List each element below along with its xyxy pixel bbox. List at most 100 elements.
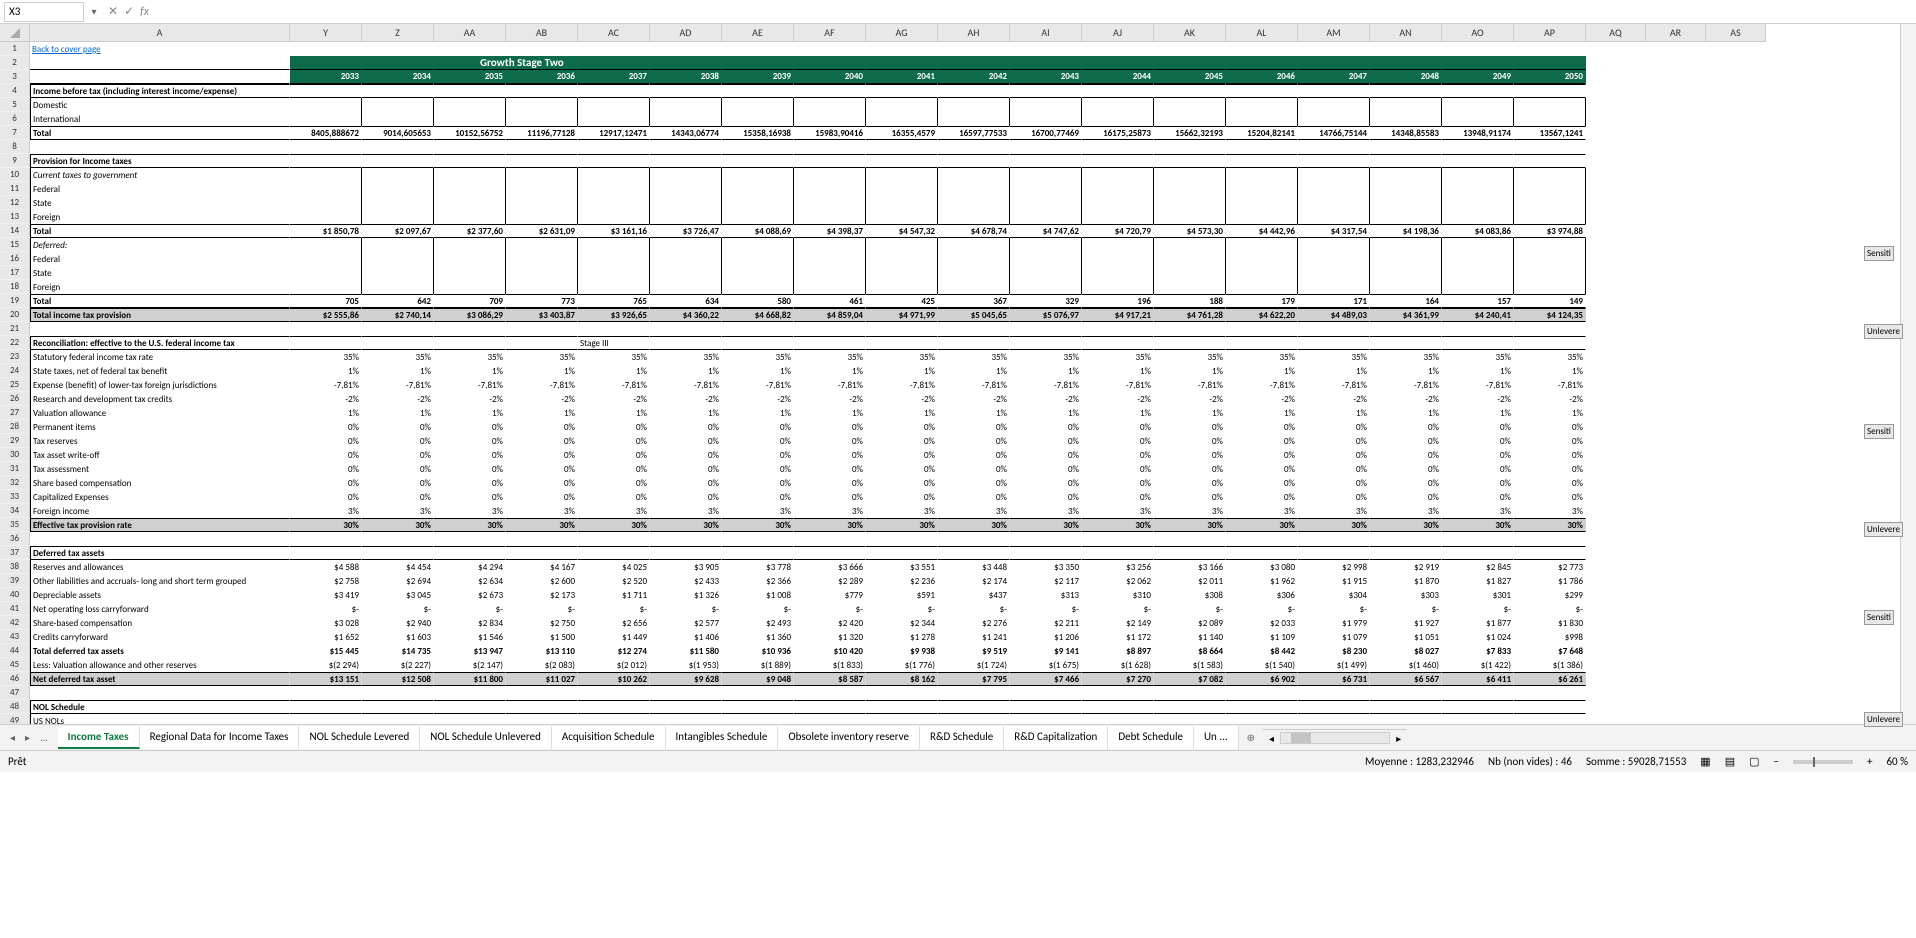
- cell[interactable]: [938, 154, 1010, 168]
- cell[interactable]: [1706, 336, 1766, 350]
- cell[interactable]: [722, 532, 794, 546]
- cell[interactable]: [1646, 98, 1706, 112]
- row-header[interactable]: 4: [0, 84, 30, 98]
- cell[interactable]: [1586, 238, 1646, 252]
- cell[interactable]: [1646, 658, 1706, 672]
- cell[interactable]: [1298, 714, 1370, 724]
- cell[interactable]: [1706, 630, 1766, 644]
- cell[interactable]: [1514, 154, 1586, 168]
- cell[interactable]: [578, 196, 650, 210]
- cell[interactable]: [1226, 56, 1298, 70]
- cell[interactable]: [1226, 700, 1298, 714]
- cell[interactable]: [1514, 336, 1586, 350]
- cell[interactable]: [506, 336, 578, 350]
- row-header[interactable]: 24: [0, 364, 30, 378]
- cell[interactable]: [1226, 336, 1298, 350]
- cell[interactable]: [1082, 266, 1154, 280]
- cell[interactable]: [794, 98, 866, 112]
- cell[interactable]: [938, 336, 1010, 350]
- col-header[interactable]: AQ: [1586, 24, 1646, 42]
- row-header[interactable]: 6: [0, 112, 30, 126]
- cell[interactable]: [1646, 462, 1706, 476]
- cell[interactable]: [1154, 714, 1226, 724]
- cell[interactable]: [1370, 532, 1442, 546]
- cell[interactable]: [938, 322, 1010, 336]
- cell[interactable]: [1514, 266, 1586, 280]
- cell[interactable]: [722, 336, 794, 350]
- cell[interactable]: [290, 532, 362, 546]
- cell[interactable]: [1010, 546, 1082, 560]
- cell[interactable]: [578, 42, 650, 56]
- cell[interactable]: [434, 210, 506, 224]
- cell[interactable]: [578, 686, 650, 700]
- cell[interactable]: [1706, 126, 1766, 140]
- cell[interactable]: [1586, 154, 1646, 168]
- cell[interactable]: [1646, 252, 1706, 266]
- cell[interactable]: [866, 182, 938, 196]
- cell[interactable]: [1010, 168, 1082, 182]
- cell[interactable]: [1706, 714, 1766, 724]
- cell[interactable]: [722, 322, 794, 336]
- cell[interactable]: [1706, 308, 1766, 322]
- col-header[interactable]: AJ: [1082, 24, 1154, 42]
- cell[interactable]: [1514, 546, 1586, 560]
- cell[interactable]: [1154, 546, 1226, 560]
- cell[interactable]: [794, 168, 866, 182]
- cell[interactable]: [938, 112, 1010, 126]
- cell[interactable]: [866, 56, 938, 70]
- cell[interactable]: [1442, 84, 1514, 98]
- cell[interactable]: [866, 210, 938, 224]
- row-header[interactable]: 22: [0, 336, 30, 350]
- cell[interactable]: [1586, 364, 1646, 378]
- cell[interactable]: [1082, 546, 1154, 560]
- cell[interactable]: [434, 322, 506, 336]
- cell[interactable]: [1442, 168, 1514, 182]
- cell[interactable]: [362, 336, 434, 350]
- cell[interactable]: [1154, 56, 1226, 70]
- cell[interactable]: [1082, 210, 1154, 224]
- cell[interactable]: [434, 532, 506, 546]
- col-header[interactable]: AH: [938, 24, 1010, 42]
- cell[interactable]: [938, 210, 1010, 224]
- sheet-tab[interactable]: Intangibles Schedule: [666, 726, 779, 749]
- cell[interactable]: [650, 140, 722, 154]
- cell[interactable]: [1226, 84, 1298, 98]
- row-header[interactable]: 19: [0, 294, 30, 308]
- zoom-in-icon[interactable]: +: [1867, 755, 1872, 768]
- cell[interactable]: [1010, 56, 1082, 70]
- cell[interactable]: [1646, 574, 1706, 588]
- cell[interactable]: [1442, 42, 1514, 56]
- cell[interactable]: [1706, 518, 1766, 532]
- cell[interactable]: [650, 252, 722, 266]
- cell[interactable]: [650, 700, 722, 714]
- cell[interactable]: [794, 686, 866, 700]
- cell[interactable]: [1082, 196, 1154, 210]
- cell[interactable]: [1298, 112, 1370, 126]
- cell[interactable]: [1010, 98, 1082, 112]
- cell[interactable]: [1154, 532, 1226, 546]
- cell[interactable]: [434, 84, 506, 98]
- cell[interactable]: [506, 42, 578, 56]
- cell[interactable]: [1586, 462, 1646, 476]
- cell[interactable]: [1082, 336, 1154, 350]
- cell[interactable]: [434, 238, 506, 252]
- cell[interactable]: [722, 700, 794, 714]
- cell[interactable]: [794, 532, 866, 546]
- cell[interactable]: [1226, 546, 1298, 560]
- cell[interactable]: [1586, 392, 1646, 406]
- cell[interactable]: [1298, 238, 1370, 252]
- cell[interactable]: [362, 280, 434, 294]
- cell[interactable]: [866, 112, 938, 126]
- cell[interactable]: [1646, 560, 1706, 574]
- cell[interactable]: [1706, 686, 1766, 700]
- col-header[interactable]: AR: [1646, 24, 1706, 42]
- cell[interactable]: [1226, 280, 1298, 294]
- cell[interactable]: [1442, 336, 1514, 350]
- cell[interactable]: [722, 196, 794, 210]
- cell[interactable]: [866, 700, 938, 714]
- cell[interactable]: [1370, 154, 1442, 168]
- cell[interactable]: [434, 140, 506, 154]
- cell[interactable]: [1646, 392, 1706, 406]
- cell[interactable]: [650, 154, 722, 168]
- row-header[interactable]: 10: [0, 168, 30, 182]
